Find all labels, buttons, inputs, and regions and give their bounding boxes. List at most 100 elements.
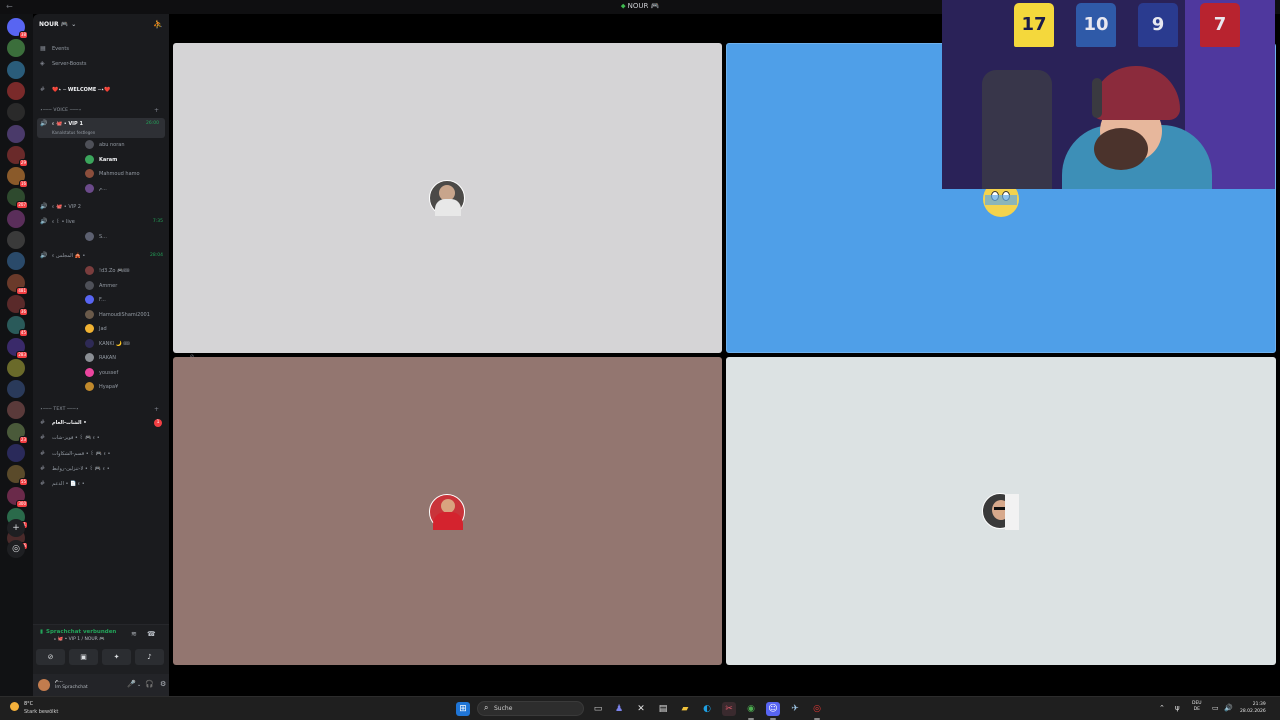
- file-explorer-icon[interactable]: ▰: [678, 702, 692, 716]
- text-channel-item[interactable]: # ء 🎮 ꒰ • قسم-الشكاوات •: [33, 448, 169, 460]
- gear-icon[interactable]: ⚙: [160, 680, 166, 688]
- voice-channel-name[interactable]: ء 🐙 • VIP 1 / NOUR 🎮: [54, 637, 105, 642]
- video-tile-4[interactable]: [726, 357, 1276, 665]
- text-channel-item[interactable]: # ء 📄 • الدعم •: [33, 478, 169, 490]
- add-server-icon[interactable]: +: [7, 519, 25, 537]
- discover-icon[interactable]: ◎: [7, 540, 25, 558]
- jersey-number: 9: [1151, 14, 1165, 35]
- chrome-icon[interactable]: ◉: [744, 702, 758, 720]
- channel-rooms[interactable]: 🔊 المجلس ء 🎪 • 28:04: [33, 250, 169, 262]
- disconnect-icon[interactable]: ☎: [147, 630, 156, 638]
- clock[interactable]: 21:39 28.02.2026: [1240, 701, 1266, 715]
- steam-icon[interactable]: ✈: [788, 702, 802, 716]
- server-icon[interactable]: 300: [7, 486, 28, 508]
- video-tile-1[interactable]: [173, 43, 722, 353]
- invite-person-icon[interactable]: ⛹: [153, 20, 163, 29]
- store-icon[interactable]: ▤: [656, 702, 670, 716]
- server-icon[interactable]: [7, 358, 25, 377]
- speaker-icon: 🔊: [40, 203, 48, 210]
- headset-icon: [1092, 78, 1102, 118]
- screen-share-button[interactable]: ▣: [69, 649, 98, 665]
- server-icon[interactable]: [7, 444, 25, 462]
- server-icon[interactable]: [7, 401, 25, 420]
- user-status: Im Sprachchat: [55, 685, 88, 690]
- teams-icon[interactable]: ♟: [612, 702, 626, 716]
- usb-icon[interactable]: ψ: [1175, 704, 1180, 712]
- server-icon[interactable]: 38: [7, 18, 28, 39]
- guild-header[interactable]: NOUR 🎮 ⌄ ⛹: [33, 14, 169, 38]
- discord-window: ← ⬥NOUR 🎮 382916207481364528323553003213…: [0, 0, 1280, 720]
- server-icon[interactable]: [7, 231, 25, 249]
- video-tile-3[interactable]: [173, 357, 722, 665]
- avatar: [85, 154, 94, 164]
- category-text[interactable]: ⋆─── TEXT ───⋆ +: [40, 406, 159, 413]
- discord-icon[interactable]: ☺: [766, 702, 780, 720]
- server-icon[interactable]: 45: [7, 316, 28, 338]
- sidebar-item-events[interactable]: ▦ Events: [33, 43, 169, 55]
- add-channel-icon[interactable]: +: [154, 406, 159, 413]
- add-channel-icon[interactable]: +: [154, 107, 159, 114]
- obs-icon[interactable]: ◎: [810, 702, 824, 720]
- text-channel-item[interactable]: # ء 🎮 ꒰ • لا-تنزلين-روابط •: [33, 463, 169, 475]
- user-name[interactable]: م...: [55, 678, 63, 684]
- edge-icon[interactable]: ◐: [700, 702, 714, 716]
- leaf-icon: ⬥: [620, 2, 626, 10]
- network-icon[interactable]: ▭: [1212, 704, 1219, 712]
- chevron-up-icon[interactable]: ⌃: [1159, 704, 1165, 712]
- server-icon[interactable]: 207: [7, 188, 28, 210]
- channel-welcome[interactable]: # ❤️‍⋆ ─ WELCOME ─⋆‍❤️: [33, 84, 169, 96]
- voice-connection-panel: ▮ Sprachchat verbunden ء 🐙 • VIP 1 / NOUR…: [33, 624, 169, 674]
- unread-badge: 55: [18, 478, 28, 487]
- speaker-icon: 🔊: [40, 120, 48, 127]
- text-channel-item[interactable]: # ء 🎮 ꒰ • فويز-شات •: [33, 432, 169, 444]
- server-icon[interactable]: 283: [7, 337, 28, 359]
- capcut-icon[interactable]: ✂: [722, 702, 736, 716]
- channel-vip2[interactable]: 🔊 ء 🐙 • VIP 2: [33, 201, 169, 213]
- member-name: Mahmoud hamo: [99, 171, 140, 177]
- server-icon[interactable]: [7, 81, 25, 100]
- sidebar-item-server-boosts[interactable]: ◈ Server-Boosts: [33, 58, 169, 70]
- server-icon[interactable]: 481: [7, 273, 28, 295]
- server-icon[interactable]: [7, 39, 25, 58]
- soundboard-button[interactable]: ♪: [135, 649, 164, 665]
- xbox-icon[interactable]: ✕: [634, 702, 648, 716]
- avatar[interactable]: [38, 679, 50, 691]
- server-icon[interactable]: [7, 209, 25, 228]
- server-icon[interactable]: 16: [7, 167, 28, 189]
- language-indicator[interactable]: DEU DE: [1192, 701, 1202, 713]
- voice-status[interactable]: ▮ Sprachchat verbunden: [40, 629, 116, 635]
- jersey: 10: [1076, 3, 1116, 47]
- server-icon[interactable]: [7, 103, 25, 122]
- task-view-icon[interactable]: ▭: [591, 702, 605, 716]
- avatar: [85, 309, 94, 319]
- member-name: abu noran: [99, 142, 125, 148]
- text-channel-item[interactable]: # الشات-العام • 1: [33, 417, 169, 429]
- activities-button[interactable]: ✦: [102, 649, 131, 665]
- soundboard-icon: ♪: [147, 653, 152, 661]
- server-icon[interactable]: 36: [7, 294, 28, 316]
- noise-suppression-icon[interactable]: ≋: [131, 630, 137, 638]
- headphones-icon[interactable]: 🎧: [145, 680, 154, 688]
- search-input[interactable]: ⌕ Suche: [477, 701, 584, 716]
- server-icon[interactable]: 23: [7, 422, 28, 444]
- guild-name[interactable]: NOUR 🎮 ⌄: [39, 21, 76, 28]
- server-icon[interactable]: [7, 252, 25, 271]
- microphone-icon[interactable]: 🎤: [127, 680, 136, 688]
- server-icon[interactable]: [7, 380, 25, 399]
- camera-off-button[interactable]: ⊘: [36, 649, 65, 665]
- channel-live[interactable]: 🔊 ء ꒰ • live 7:35: [33, 216, 169, 228]
- member-name: Hyapa¥: [99, 384, 119, 390]
- participant-avatar: [429, 494, 465, 530]
- server-icon[interactable]: 29: [7, 145, 28, 167]
- channel-status[interactable]: Kanalstatus festlegen: [52, 130, 95, 135]
- channel-vip1[interactable]: 🔊 ء 🐙 • VIP 1 26:00 Kanalstatus festlege…: [37, 118, 165, 138]
- start-icon[interactable]: ⊞: [456, 702, 470, 716]
- boost-icon: ◈: [40, 60, 45, 67]
- volume-icon[interactable]: 🔊: [1224, 704, 1233, 712]
- chevron-down-icon[interactable]: ⌄: [137, 682, 141, 688]
- category-voice[interactable]: ⋆─── VOICE ───⋆ +: [40, 107, 159, 114]
- member-name: م...: [99, 185, 107, 192]
- server-icon[interactable]: 55: [7, 465, 28, 487]
- server-icon[interactable]: [7, 60, 25, 79]
- server-icon[interactable]: [7, 124, 25, 143]
